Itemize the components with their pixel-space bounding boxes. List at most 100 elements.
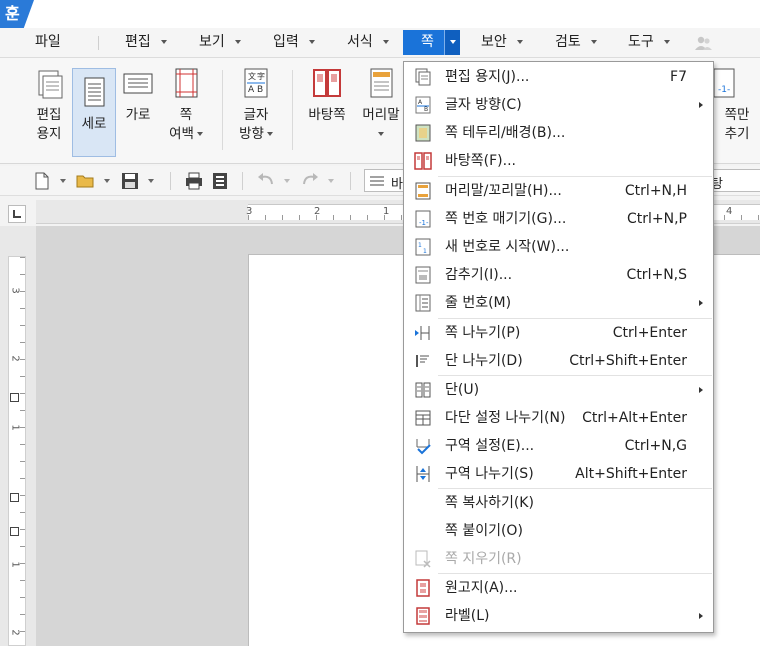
- text-direction-button[interactable]: 文字 AB 글자 방향: [234, 66, 278, 144]
- page-margin-button[interactable]: 쪽 여백: [164, 66, 208, 144]
- menu-item-label: 편집 용지(J)...: [445, 69, 530, 85]
- menu-review[interactable]: 검토: [555, 30, 597, 55]
- user-icon[interactable]: [694, 35, 714, 51]
- menu-item-manuscript[interactable]: 원고지(A)...: [404, 574, 713, 602]
- svg-text:A: A: [248, 85, 255, 95]
- new-document-icon[interactable]: [32, 171, 52, 191]
- chevron-down-icon[interactable]: [284, 179, 290, 183]
- submenu-arrow-icon: [699, 387, 703, 393]
- page-setup-icon: [38, 70, 63, 99]
- svg-text:1: 1: [418, 242, 422, 249]
- menu-item-label-sheet[interactable]: 라벨(L): [404, 602, 713, 630]
- new-number-icon: 11: [415, 238, 431, 256]
- portrait-button[interactable]: 세로: [72, 68, 116, 157]
- master-page-button[interactable]: 바탕쪽: [302, 66, 352, 125]
- menu-item-section-setup[interactable]: 구역 설정(E)... Ctrl+N,G: [404, 432, 713, 460]
- chevron-down-icon: [382, 40, 389, 44]
- chevron-down-icon[interactable]: [328, 179, 334, 183]
- preview-icon[interactable]: [210, 171, 230, 191]
- menu-item-page-number[interactable]: -1- 쪽 번호 매기기(G)... Ctrl+N,P: [404, 205, 713, 233]
- menu-item-page-setup[interactable]: 편집 용지(J)... F7: [404, 63, 713, 91]
- menu-item-text-direction[interactable]: AB 글자 방향(C): [404, 91, 713, 119]
- vertical-ruler-page[interactable]: 3 2 1 1 2: [8, 256, 26, 646]
- svg-text:-1-: -1-: [718, 85, 730, 95]
- top-margin-marker[interactable]: [10, 393, 19, 402]
- menu-view-label: 보기: [199, 34, 225, 50]
- delete-page-icon: [415, 550, 431, 568]
- menu-item-columns[interactable]: 단(U): [404, 376, 713, 404]
- menu-security[interactable]: 보안: [481, 30, 523, 55]
- menu-item-shortcut: Ctrl+N,H: [624, 183, 687, 199]
- bottom-margin-marker[interactable]: [10, 493, 19, 502]
- manuscript-icon: [416, 579, 430, 597]
- text-direction-label-1: 글자: [243, 107, 269, 123]
- menu-item-label: 쪽 나누기(P): [445, 325, 521, 341]
- print-icon[interactable]: [184, 171, 204, 191]
- hide-page-button[interactable]: -1- 쪽만 추기: [714, 66, 760, 144]
- columns-icon: [415, 382, 431, 398]
- menu-item-column-break[interactable]: 단 나누기(D) Ctrl+Shift+Enter: [404, 347, 713, 375]
- menu-format[interactable]: 서식: [347, 30, 389, 55]
- menu-item-master-page[interactable]: 바탕쪽(F)...: [404, 147, 713, 175]
- menu-item-new-number[interactable]: 11 새 번호로 시작(W)...: [404, 233, 713, 261]
- header-label: 머리말: [362, 107, 400, 123]
- menu-item-label: 쪽 붙이기(O): [445, 523, 523, 539]
- menu-item-hide[interactable]: 감추기(I)... Ctrl+N,S: [404, 261, 713, 289]
- menu-item-label: 감추기(I)...: [445, 267, 513, 283]
- menu-tools[interactable]: 도구: [628, 30, 670, 55]
- tab-stop-selector[interactable]: [8, 205, 26, 223]
- chevron-down-icon: [266, 132, 273, 136]
- menu-item-shortcut: Ctrl+N,S: [626, 267, 687, 283]
- submenu-arrow-icon: [699, 613, 703, 619]
- menu-insert[interactable]: 입력: [273, 30, 315, 55]
- menu-item-page-border[interactable]: 쪽 테두리/배경(B)...: [404, 119, 713, 147]
- undo-icon[interactable]: [256, 171, 276, 191]
- header-button[interactable]: 머리말: [358, 66, 404, 144]
- chevron-down-icon: [590, 40, 597, 44]
- menu-item-line-number[interactable]: 줄 번호(M): [404, 289, 713, 317]
- edit-paper-button[interactable]: 편집 용지: [26, 66, 72, 144]
- svg-text:文: 文: [248, 71, 256, 81]
- menu-item-label: 바탕쪽(F)...: [445, 153, 516, 169]
- menu-item-copy-page[interactable]: 쪽 복사하기(K): [404, 489, 713, 517]
- font-select[interactable]: 탕: [706, 169, 760, 192]
- menu-item-multi-column[interactable]: 다단 설정 나누기(N) Ctrl+Alt+Enter: [404, 404, 713, 432]
- landscape-button[interactable]: 가로: [118, 66, 158, 125]
- menu-view[interactable]: 보기: [199, 30, 241, 55]
- svg-text:字: 字: [257, 71, 265, 81]
- menu-page[interactable]: 쪽: [403, 30, 460, 55]
- open-folder-icon[interactable]: [76, 171, 96, 191]
- svg-text:1: 1: [423, 248, 427, 255]
- title-bar: 훈: [0, 0, 760, 28]
- indent-marker[interactable]: [10, 527, 19, 536]
- menu-file[interactable]: 파일: [35, 30, 61, 55]
- submenu-arrow-icon: [699, 102, 703, 108]
- svg-text:B: B: [424, 106, 428, 113]
- style-select[interactable]: 바: [364, 169, 406, 192]
- menu-review-label: 검토: [555, 34, 581, 50]
- style-select-value: 바: [391, 177, 403, 192]
- chevron-down-icon[interactable]: [104, 179, 110, 183]
- margin-icon: [175, 68, 198, 98]
- menu-item-paste-page[interactable]: 쪽 붙이기(O): [404, 517, 713, 545]
- multi-column-icon: [415, 410, 431, 426]
- chevron-down-icon[interactable]: [60, 179, 66, 183]
- menu-item-label: 구역 설정(E)...: [445, 438, 535, 454]
- menu-insert-label: 입력: [273, 34, 299, 50]
- page-number-icon: -1-: [415, 210, 431, 228]
- menu-item-label: 새 번호로 시작(W)...: [445, 239, 570, 255]
- menu-item-page-break[interactable]: 쪽 나누기(P) Ctrl+Enter: [404, 319, 713, 347]
- chevron-down-icon[interactable]: [148, 179, 154, 183]
- app-logo: 훈: [0, 0, 34, 28]
- save-icon[interactable]: [120, 171, 140, 191]
- redo-icon[interactable]: [300, 171, 320, 191]
- menu-item-section-break[interactable]: 구역 나누기(S) Alt+Shift+Enter: [404, 460, 713, 488]
- menu-file-label: 파일: [35, 34, 61, 50]
- menu-item-header-footer[interactable]: 머리말/꼬리말(H)... Ctrl+N,H: [404, 177, 713, 205]
- chevron-down-icon[interactable]: [444, 30, 460, 55]
- menu-item-label: 쪽 지우기(R): [445, 551, 522, 567]
- header-dropdown[interactable]: [358, 125, 404, 144]
- menu-edit[interactable]: 편집: [125, 30, 167, 55]
- header-footer-icon: [370, 68, 393, 98]
- chevron-down-icon: [160, 40, 167, 44]
